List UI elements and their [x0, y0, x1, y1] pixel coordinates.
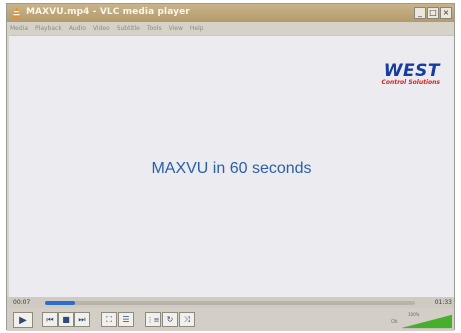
west-logo: WEST Control Solutions [381, 63, 440, 87]
maximize-button[interactable]: □ [427, 7, 439, 19]
loop-icon: ↻ [166, 315, 174, 324]
fullscreen-icon: ⛶ [106, 314, 112, 324]
title-bar[interactable]: MAXVU.mp4 - VLC media player _ □ × [7, 4, 454, 22]
loop-button[interactable]: ↻ [162, 312, 178, 327]
playlist-button[interactable]: ⋮≡ [145, 312, 161, 327]
video-area[interactable]: WEST Control Solutions MAXVU in 60 secon… [9, 35, 454, 297]
extended-settings-button[interactable]: ☰ [118, 312, 134, 327]
close-button[interactable]: × [440, 7, 452, 19]
total-time: 01:33 [434, 299, 452, 306]
seek-slider[interactable] [45, 301, 415, 305]
vlc-window: MAXVU.mp4 - VLC media player _ □ × Media… [6, 3, 455, 331]
play-button[interactable]: ▶ [13, 312, 33, 328]
stop-icon: ■ [62, 315, 70, 324]
volume-percent: 100% [408, 312, 420, 317]
menu-video[interactable]: Video [93, 25, 110, 32]
previous-icon: ⏮ [46, 314, 54, 324]
menu-subtitle[interactable]: Subtitle [117, 25, 140, 32]
fullscreen-button[interactable]: ⛶ [101, 312, 117, 327]
logo-sub-text: Control Solutions [381, 79, 440, 86]
window-controls: _ □ × [414, 7, 452, 19]
logo-main-text: WEST [383, 61, 440, 81]
menu-audio[interactable]: Audio [69, 25, 86, 32]
video-caption: MAXVU in 60 seconds [151, 160, 312, 177]
playlist-icon: ⋮≡ [146, 315, 160, 324]
shuffle-button[interactable]: ⤨ [179, 312, 195, 327]
shuffle-icon: ⤨ [183, 314, 191, 324]
play-icon: ▶ [19, 314, 27, 326]
vlc-cone-icon [12, 7, 21, 17]
window-title: MAXVU.mp4 - VLC media player [26, 7, 190, 17]
volume-icon-label: Ok [391, 319, 398, 325]
menu-view[interactable]: View [169, 25, 183, 32]
extended-settings-icon: ☰ [122, 315, 130, 324]
control-bar: ▶ ⏮ ■ ⏭ ⛶ ☰ ⋮≡ ↻ ⤨ Ok 100% [7, 308, 454, 331]
minimize-button[interactable]: _ [414, 7, 426, 19]
menu-bar: Media Playback Audio Video Subtitle Tool… [7, 22, 454, 35]
next-icon: ⏭ [78, 314, 86, 324]
menu-help[interactable]: Help [190, 25, 204, 32]
menu-playback[interactable]: Playback [35, 25, 62, 32]
seek-progress [45, 301, 75, 305]
next-button[interactable]: ⏭ [74, 312, 90, 327]
menu-tools[interactable]: Tools [147, 25, 162, 32]
previous-button[interactable]: ⏮ [42, 312, 58, 327]
menu-media[interactable]: Media [10, 25, 28, 32]
seek-bar: 00:07 01:33 [7, 297, 454, 308]
stop-button[interactable]: ■ [58, 312, 74, 327]
elapsed-time: 00:07 [13, 299, 31, 306]
